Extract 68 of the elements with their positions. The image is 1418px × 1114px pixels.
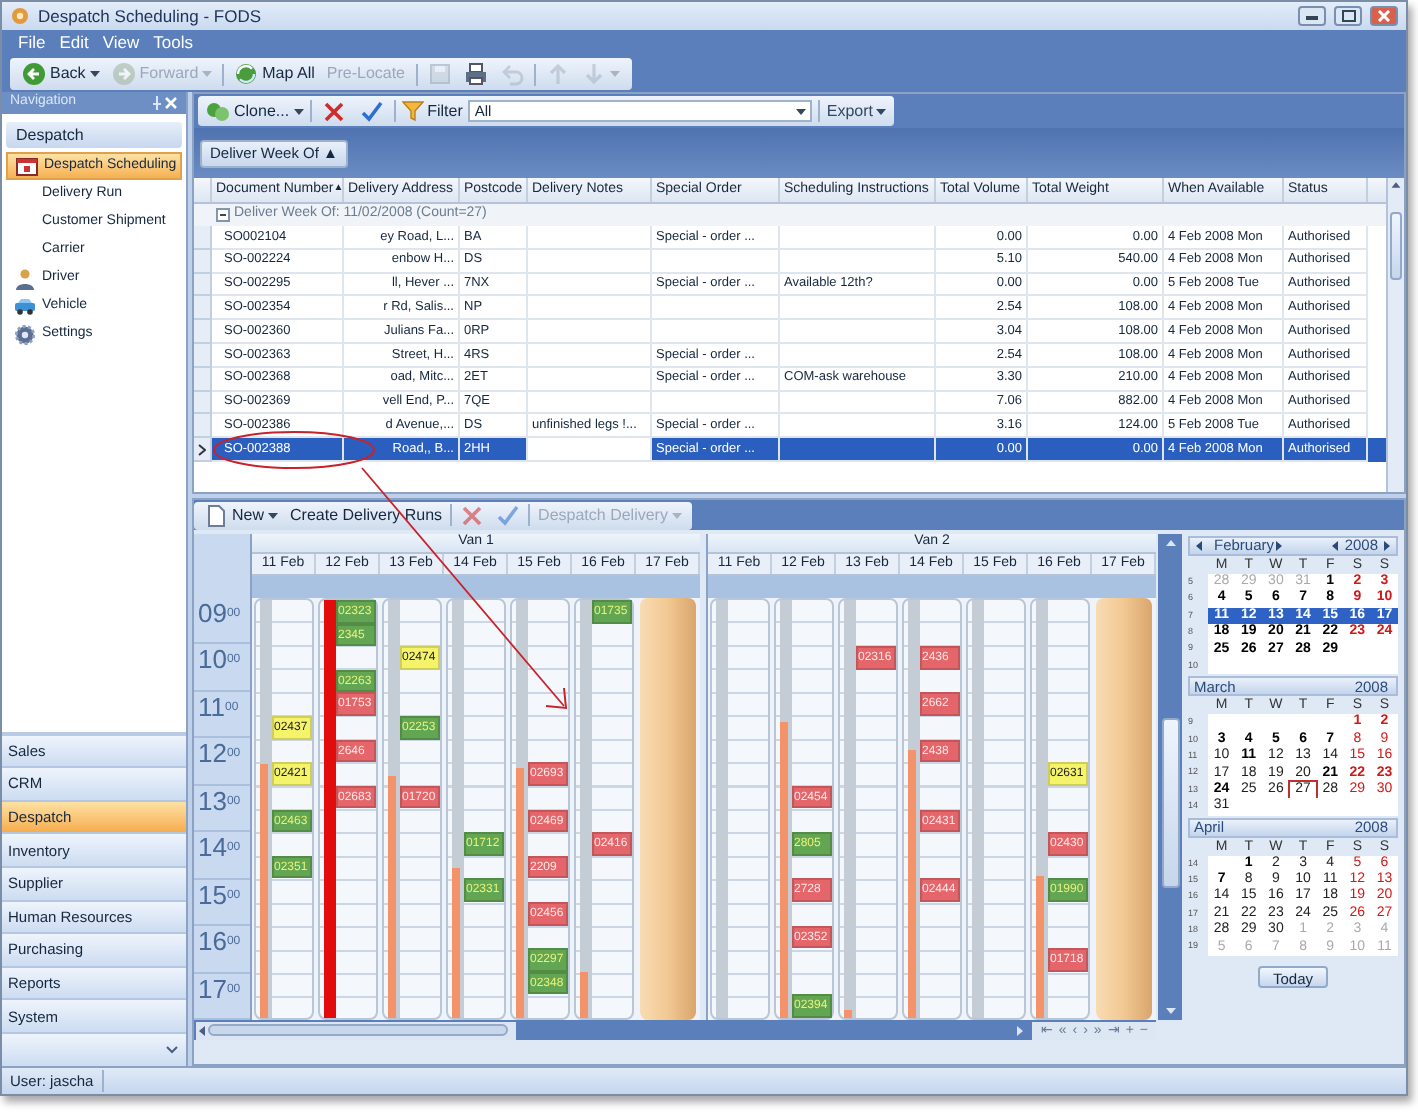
time-label: 11$^{00}$ [194,691,250,739]
close-icon[interactable] [164,96,178,110]
caret-icon [202,70,213,78]
cross-icon [321,99,346,123]
close-button[interactable] [1370,6,1398,26]
undo-icon [499,62,524,86]
menu-item[interactable]: Edit [59,30,89,56]
collapse-icon [216,208,230,222]
down-arrow-icon [581,62,606,86]
time-label: 16$^{00}$ [194,926,250,973]
check-icon [496,503,521,527]
caret-icon [671,511,682,519]
gear-icon [14,323,36,345]
new-button[interactable]: New [200,501,283,529]
time-label: 13$^{00}$ [194,785,250,833]
window-title: Despatch Scheduling - FODS [38,3,263,29]
person-icon [14,267,36,289]
next-year-icon[interactable] [1382,540,1392,552]
cross-icon [460,503,485,527]
check-icon [359,99,384,123]
caret-icon [609,70,620,78]
toolbar-button[interactable]: Create Delivery Runs [286,501,447,529]
export-button[interactable]: Export [826,99,887,123]
maximize-button[interactable] [1334,6,1362,26]
scroll-thumb[interactable] [1161,718,1179,888]
forward-arrow-icon [111,62,136,86]
row-selector[interactable] [194,438,212,462]
chevron-down-icon[interactable] [166,1046,178,1054]
clone-button[interactable]: Clone... [206,99,304,123]
previous-year-icon[interactable] [1330,540,1341,552]
maximize-icon [1341,10,1355,22]
row-pointer-icon [198,443,206,456]
time-label: 14$^{00}$ [194,832,250,880]
minimize-button[interactable] [1298,6,1326,26]
caret-icon [796,107,807,115]
section-header[interactable]: Despatch [6,122,182,148]
map-button[interactable]: Map All [230,60,319,88]
pin-icon[interactable] [150,96,164,110]
calendar-icon [16,155,38,177]
caret-icon [89,70,100,78]
back-button[interactable]: Back [18,60,104,88]
car-icon [14,295,36,317]
minimize-icon [1306,16,1318,20]
time-label: 15$^{00}$ [194,879,250,927]
filter-button[interactable]: Filter [401,99,463,123]
scroll-thumb[interactable] [1390,212,1402,280]
menu-item[interactable]: Tools [153,30,193,56]
app-gear-icon [10,6,30,26]
next-month-icon[interactable] [1274,540,1285,552]
close-icon [1378,10,1390,22]
menu-item[interactable]: File [18,30,46,56]
refresh-globe-icon [234,62,259,86]
time-label: 09$^{00}$ [194,598,250,645]
caret-icon [876,107,887,115]
document-icon [204,503,228,527]
caret-icon [268,511,279,519]
printer-icon [463,62,488,86]
clone-icon [206,100,230,122]
funnel-icon [401,100,424,122]
caret-icon [293,107,304,115]
time-label: 10$^{00}$ [194,644,250,692]
menu-item[interactable]: View [102,30,140,56]
back-arrow-icon [22,62,46,86]
scroll-right-icon[interactable] [1014,1023,1027,1037]
time-label: 12$^{00}$ [194,738,250,786]
previous-month-icon[interactable] [1194,540,1204,552]
up-arrow-icon [545,62,570,86]
scroll-thumb[interactable] [208,1024,508,1036]
